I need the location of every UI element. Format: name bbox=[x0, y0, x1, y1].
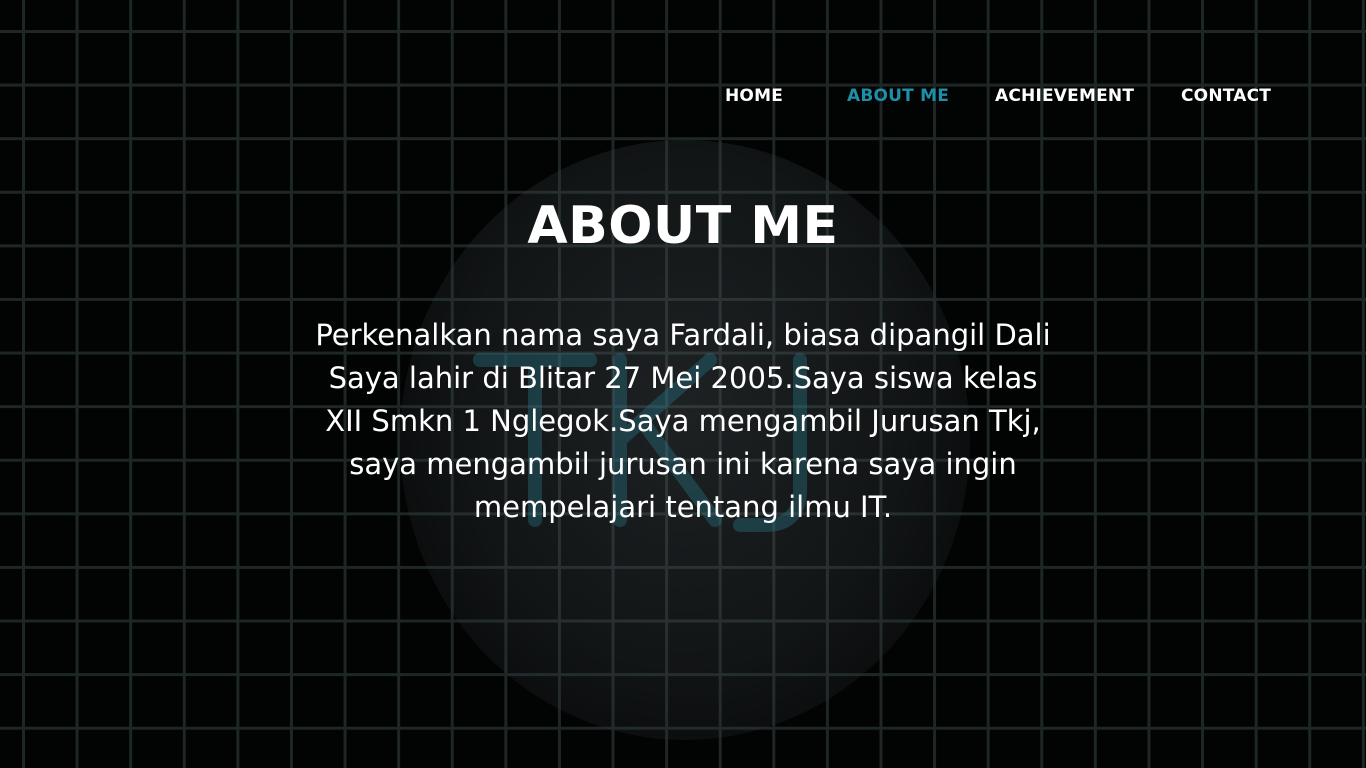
bio-line: Saya lahir di Blitar 27 Mei 2005.Saya si… bbox=[328, 361, 1038, 395]
nav-item-achievement[interactable]: ACHIEVEMENT bbox=[995, 86, 1134, 106]
bio-paragraph: Perkenalkan nama saya Fardali, biasa dip… bbox=[233, 314, 1133, 529]
main-nav: HOME ABOUT ME ACHIEVEMENT CONTACT bbox=[0, 86, 1366, 110]
nav-item-about-me[interactable]: ABOUT ME bbox=[847, 86, 949, 106]
nav-item-contact[interactable]: CONTACT bbox=[1181, 86, 1271, 106]
bio-line: Perkenalkan nama saya Fardali, biasa dip… bbox=[315, 318, 1051, 352]
bio-line: XII Smkn 1 Nglegok.Saya mengambil Jurusa… bbox=[325, 404, 1041, 438]
nav-item-home[interactable]: HOME bbox=[725, 86, 783, 106]
bio-line: mempelajari tentang ilmu IT. bbox=[473, 490, 893, 524]
page-title: ABOUT ME bbox=[527, 196, 839, 256]
page: HOME ABOUT ME ACHIEVEMENT CONTACT ABOUT … bbox=[0, 0, 1366, 768]
bio-line: saya mengambil jurusan ini karena saya i… bbox=[349, 447, 1017, 481]
